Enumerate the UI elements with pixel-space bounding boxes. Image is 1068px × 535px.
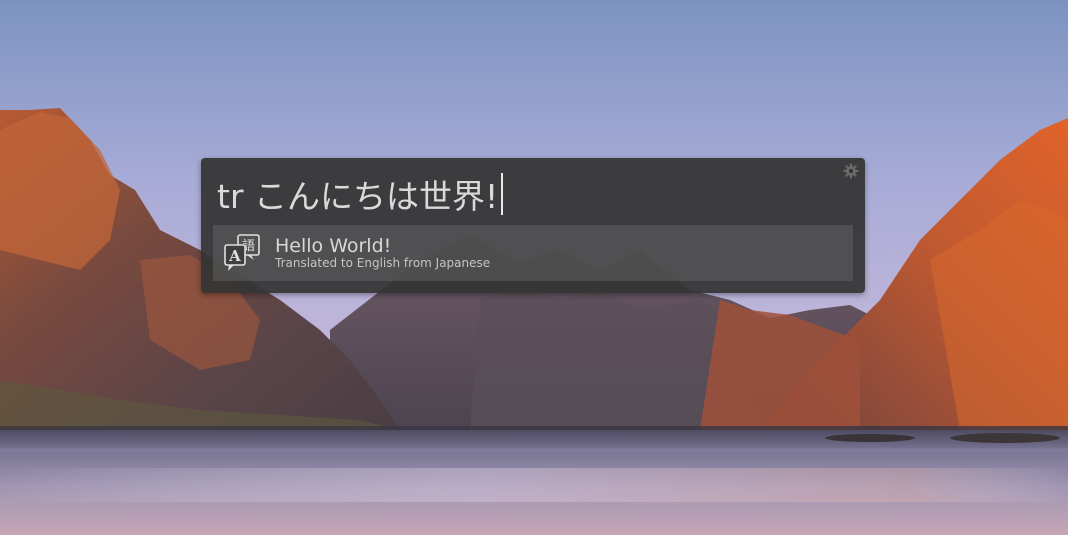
result-title: Hello World!: [275, 235, 392, 257]
query-text[interactable]: tr こんにちは世界!: [217, 170, 498, 218]
result-item[interactable]: 語 A Hello World! Translated to English f…: [213, 225, 853, 281]
translate-icon: 語 A: [224, 234, 260, 271]
result-subtitle: Translated to English from Japanese: [275, 256, 491, 270]
gear-icon[interactable]: [843, 163, 859, 179]
text-caret: [501, 173, 503, 215]
desktop: tr こんにちは世界! 語 A Hello World! Translated …: [0, 0, 1068, 535]
launcher-window: tr こんにちは世界! 語 A Hello World! Translated …: [201, 158, 865, 293]
query-input[interactable]: tr こんにちは世界!: [217, 170, 503, 218]
svg-text:A: A: [228, 247, 241, 265]
